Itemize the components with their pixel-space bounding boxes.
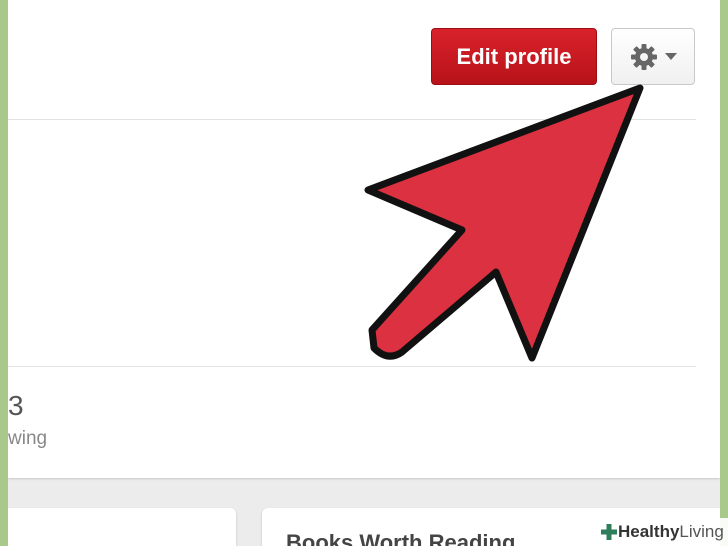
watermark: Healthy Living (594, 518, 728, 546)
plus-logo-icon (601, 524, 617, 540)
watermark-brand: Healthy (618, 522, 680, 541)
watermark-suffix: Living (679, 522, 724, 541)
pointer-arrow-icon (364, 84, 644, 362)
